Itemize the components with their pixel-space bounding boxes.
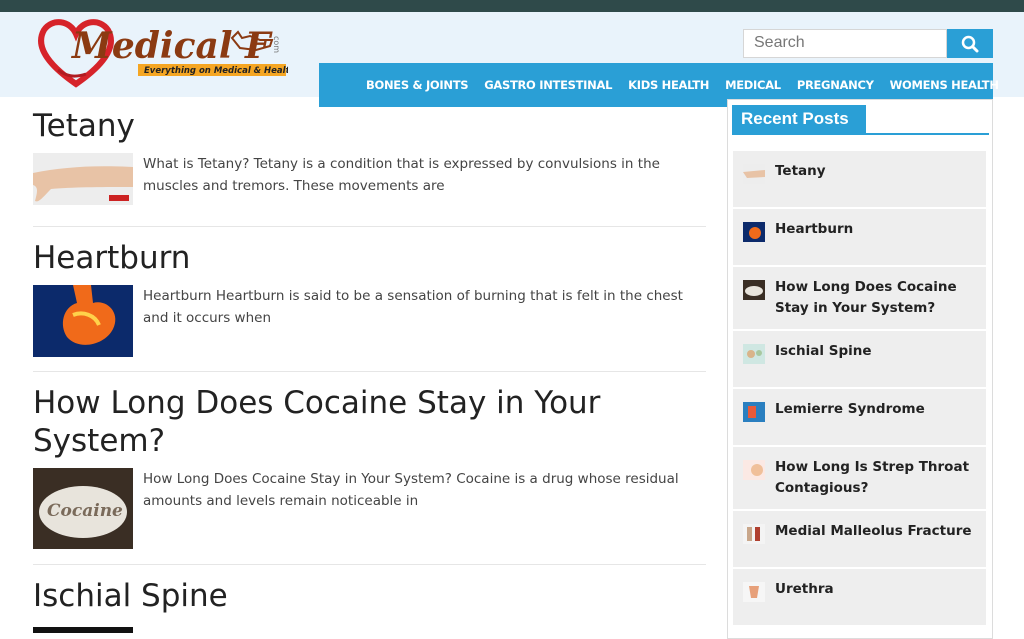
- nav-pregnancy[interactable]: PREGNANCY: [797, 78, 874, 92]
- post-thumbnail: [743, 460, 765, 480]
- nav-womens-health[interactable]: WOMENS HEALTH: [890, 78, 999, 92]
- recent-post-title: Ischial Spine: [775, 343, 872, 359]
- recent-posts-header: Recent Posts: [732, 105, 989, 135]
- post-title[interactable]: Heartburn: [33, 239, 706, 277]
- svg-text:Cocaine: Cocaine: [47, 501, 123, 521]
- post-thumbnail: [743, 222, 765, 242]
- recent-post-title: Tetany: [775, 163, 826, 179]
- nav-bones-joints[interactable]: BONES & JOINTS: [366, 78, 469, 92]
- post-title[interactable]: Ischial Spine: [33, 577, 706, 615]
- post-list: Tetany What is Tetany? Tetany is a condi…: [33, 97, 706, 635]
- post-excerpt: Heartburn Heartburn is said to be a sens…: [143, 288, 683, 326]
- recent-post-title: How Long Is Strep Throat Contagious?: [775, 459, 970, 496]
- recent-post-item[interactable]: Heartburn: [733, 209, 986, 267]
- recent-post-item[interactable]: Lemierre Syndrome: [733, 389, 986, 447]
- recent-post-title: Heartburn: [775, 221, 854, 237]
- post-thumbnail: [743, 402, 765, 422]
- post-title[interactable]: How Long Does Cocaine Stay in Your Syste…: [33, 384, 653, 460]
- recent-post-title: Lemierre Syndrome: [775, 401, 925, 417]
- recent-post-item[interactable]: Urethra: [733, 569, 986, 627]
- logo-tagline: Everything on Medical & Health: [144, 66, 288, 76]
- recent-post-item[interactable]: How Long Does Cocaine Stay in Your Syste…: [733, 267, 986, 331]
- nav-medical[interactable]: MEDICAL: [725, 78, 781, 92]
- nav-gastro-intestinal[interactable]: GASTRO INTESTINAL: [484, 78, 612, 92]
- logo-text: Medical F: [70, 25, 273, 67]
- recent-posts-widget: Recent Posts Tetany Heartburn How Long D…: [727, 99, 993, 639]
- post-card: Ischial Spine: [33, 565, 706, 635]
- post-excerpt: What is Tetany? Tetany is a condition th…: [143, 156, 660, 194]
- recent-post-title: How Long Does Cocaine Stay in Your Syste…: [775, 279, 957, 316]
- recent-post-item[interactable]: Ischial Spine: [733, 331, 986, 389]
- recent-post-item[interactable]: Medial Malleolus Fracture: [733, 511, 986, 569]
- post-thumbnail[interactable]: [33, 153, 133, 205]
- recent-post-item[interactable]: Tetany: [733, 151, 986, 209]
- post-thumbnail[interactable]: [33, 627, 133, 633]
- logo-com: com: [272, 36, 281, 53]
- search-button[interactable]: [947, 29, 993, 58]
- recent-post-title: Medial Malleolus Fracture: [775, 523, 972, 539]
- post-card: How Long Does Cocaine Stay in Your Syste…: [33, 372, 706, 565]
- post-thumbnail: [743, 280, 765, 300]
- recent-posts-title: Recent Posts: [732, 105, 866, 135]
- post-title[interactable]: Tetany: [33, 107, 706, 145]
- site-header: Medical F com Everything on Medical & He…: [0, 12, 1024, 107]
- post-thumbnail: [743, 344, 765, 364]
- post-excerpt: How Long Does Cocaine Stay in Your Syste…: [143, 471, 679, 509]
- post-thumbnail: [743, 582, 765, 602]
- search-input[interactable]: Search: [743, 29, 947, 58]
- search-icon: [961, 35, 979, 52]
- top-bar: [0, 0, 1024, 12]
- post-thumbnail: [743, 164, 765, 184]
- recent-post-title: Urethra: [775, 581, 834, 597]
- nav-kids-health[interactable]: KIDS HEALTH: [628, 78, 709, 92]
- post-card: Tetany What is Tetany? Tetany is a condi…: [33, 97, 706, 227]
- post-card: Heartburn Heartburn Heartburn is said to…: [33, 227, 706, 372]
- site-logo[interactable]: Medical F com Everything on Medical & He…: [36, 16, 288, 90]
- recent-post-item[interactable]: How Long Is Strep Throat Contagious?: [733, 447, 986, 511]
- post-thumbnail: [743, 524, 765, 544]
- post-thumbnail[interactable]: [33, 285, 133, 357]
- post-thumbnail[interactable]: Cocaine: [33, 468, 133, 549]
